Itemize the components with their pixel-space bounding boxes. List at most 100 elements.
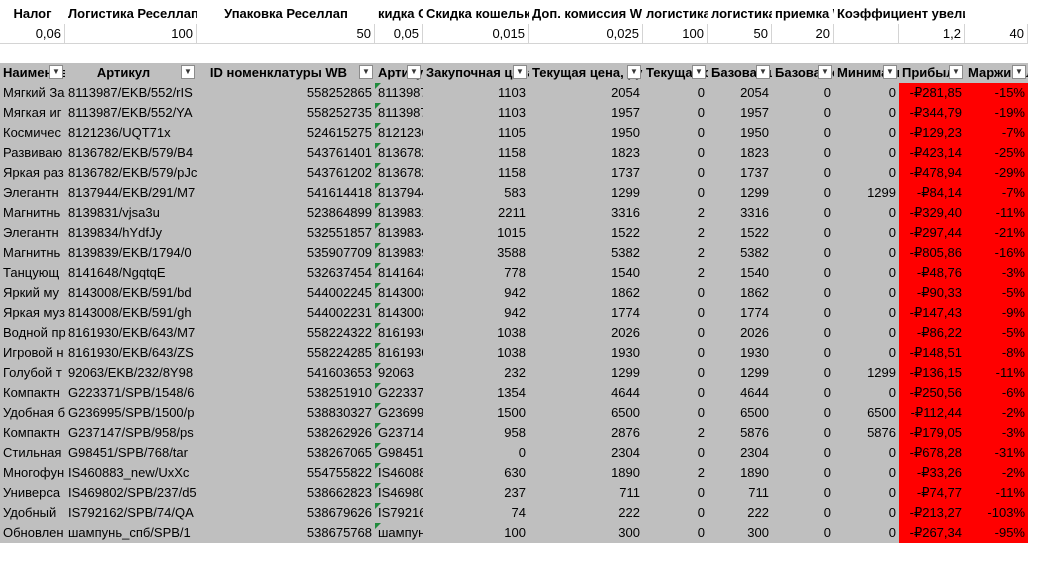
filter-dropdown-icon[interactable]: ▼: [513, 65, 527, 79]
cell-r17-c8[interactable]: 0: [772, 423, 834, 443]
cell-r14-c5[interactable]: 1299: [529, 363, 643, 383]
cell-r12-c2[interactable]: 558224322: [197, 323, 375, 343]
cell-r7-c10[interactable]: -₽297,44: [899, 223, 965, 243]
cell-r16-c1[interactable]: G236995/SPB/1500/p: [65, 403, 197, 423]
param-value-4[interactable]: 0,015: [423, 24, 529, 44]
cell-r11-c8[interactable]: 0: [772, 303, 834, 323]
cell-r5-c1[interactable]: 8137944/EKB/291/M7: [65, 183, 197, 203]
cell-r12-c0[interactable]: Водной пр: [0, 323, 65, 343]
column-header-4[interactable]: Закупочная цена ▼: [423, 63, 529, 83]
cell-r6-c2[interactable]: 523864899: [197, 203, 375, 223]
cell-r15-c4[interactable]: 1354: [423, 383, 529, 403]
param-value-2[interactable]: 50: [197, 24, 375, 44]
cell-r20-c6[interactable]: 0: [643, 483, 708, 503]
cell-r14-c10[interactable]: -₽136,15: [899, 363, 965, 383]
cell-r0-c7[interactable]: 2054: [708, 83, 772, 103]
cell-r3-c3[interactable]: 8136782: [375, 143, 423, 163]
cell-r3-c4[interactable]: 1158: [423, 143, 529, 163]
cell-r2-c9[interactable]: 0: [834, 123, 899, 143]
param-header-1[interactable]: Логистика Реселлап: [65, 4, 197, 24]
column-header-5[interactable]: Текущая цена, руб ▼: [529, 63, 643, 83]
cell-r18-c1[interactable]: G98451/SPB/768/tar: [65, 443, 197, 463]
param-value-0[interactable]: 0,06: [0, 24, 65, 44]
cell-r13-c10[interactable]: -₽148,51: [899, 343, 965, 363]
cell-r10-c0[interactable]: Яркий му: [0, 283, 65, 303]
cell-r22-c9[interactable]: 0: [834, 523, 899, 543]
cell-r10-c10[interactable]: -₽90,33: [899, 283, 965, 303]
cell-r21-c7[interactable]: 222: [708, 503, 772, 523]
param-value-1[interactable]: 100: [65, 24, 197, 44]
cell-r10-c6[interactable]: 0: [643, 283, 708, 303]
cell-r14-c7[interactable]: 1299: [708, 363, 772, 383]
cell-r0-c9[interactable]: 0: [834, 83, 899, 103]
cell-r3-c1[interactable]: 8136782/EKB/579/B4: [65, 143, 197, 163]
filter-dropdown-icon[interactable]: ▼: [627, 65, 641, 79]
filter-dropdown-icon[interactable]: ▼: [181, 65, 195, 79]
cell-r16-c10[interactable]: -₽112,44: [899, 403, 965, 423]
cell-r15-c10[interactable]: -₽250,56: [899, 383, 965, 403]
cell-r0-c3[interactable]: 8113987: [375, 83, 423, 103]
filter-dropdown-icon[interactable]: ▼: [407, 65, 421, 79]
column-header-1[interactable]: Артикул ▼: [65, 63, 197, 83]
cell-r8-c8[interactable]: 0: [772, 243, 834, 263]
cell-r14-c3[interactable]: 92063: [375, 363, 423, 383]
cell-r12-c1[interactable]: 8161930/EKB/643/M7: [65, 323, 197, 343]
cell-r1-c0[interactable]: Мягкая иг: [0, 103, 65, 123]
cell-r9-c5[interactable]: 1540: [529, 263, 643, 283]
cell-r18-c5[interactable]: 2304: [529, 443, 643, 463]
cell-r20-c0[interactable]: Универса: [0, 483, 65, 503]
cell-r15-c6[interactable]: 0: [643, 383, 708, 403]
cell-r3-c9[interactable]: 0: [834, 143, 899, 163]
cell-r12-c4[interactable]: 1038: [423, 323, 529, 343]
cell-r7-c7[interactable]: 1522: [708, 223, 772, 243]
cell-r20-c5[interactable]: 711: [529, 483, 643, 503]
cell-r6-c5[interactable]: 3316: [529, 203, 643, 223]
cell-r20-c10[interactable]: -₽74,77: [899, 483, 965, 503]
cell-r13-c0[interactable]: Игровой н: [0, 343, 65, 363]
cell-r2-c10[interactable]: -₽129,23: [899, 123, 965, 143]
cell-r19-c2[interactable]: 554755822: [197, 463, 375, 483]
cell-r10-c9[interactable]: 0: [834, 283, 899, 303]
cell-r12-c6[interactable]: 0: [643, 323, 708, 343]
cell-r9-c3[interactable]: 8141648: [375, 263, 423, 283]
cell-r12-c9[interactable]: 0: [834, 323, 899, 343]
cell-r21-c6[interactable]: 0: [643, 503, 708, 523]
cell-r7-c8[interactable]: 0: [772, 223, 834, 243]
cell-r6-c0[interactable]: Магнитнь: [0, 203, 65, 223]
cell-r16-c4[interactable]: 1500: [423, 403, 529, 423]
filter-dropdown-icon[interactable]: ▼: [692, 65, 706, 79]
cell-r13-c11[interactable]: -8%: [965, 343, 1028, 363]
cell-r19-c1[interactable]: IS460883_new/UxXc: [65, 463, 197, 483]
cell-r17-c11[interactable]: -3%: [965, 423, 1028, 443]
cell-r11-c11[interactable]: -9%: [965, 303, 1028, 323]
cell-r2-c8[interactable]: 0: [772, 123, 834, 143]
param-value-5[interactable]: 0,025: [529, 24, 643, 44]
cell-r19-c10[interactable]: -₽33,26: [899, 463, 965, 483]
cell-r19-c7[interactable]: 1890: [708, 463, 772, 483]
cell-r19-c8[interactable]: 0: [772, 463, 834, 483]
column-header-11[interactable]: Маржинальность▼: [965, 63, 1028, 83]
cell-r13-c3[interactable]: 8161930: [375, 343, 423, 363]
cell-r9-c4[interactable]: 778: [423, 263, 529, 283]
cell-r17-c2[interactable]: 538262926: [197, 423, 375, 443]
cell-r12-c10[interactable]: -₽86,22: [899, 323, 965, 343]
filter-dropdown-icon[interactable]: ▼: [883, 65, 897, 79]
cell-r10-c5[interactable]: 1862: [529, 283, 643, 303]
cell-r0-c10[interactable]: -₽281,85: [899, 83, 965, 103]
cell-r13-c5[interactable]: 1930: [529, 343, 643, 363]
cell-r18-c6[interactable]: 0: [643, 443, 708, 463]
cell-r13-c6[interactable]: 0: [643, 343, 708, 363]
cell-r10-c8[interactable]: 0: [772, 283, 834, 303]
cell-r15-c11[interactable]: -6%: [965, 383, 1028, 403]
cell-r6-c3[interactable]: 8139831: [375, 203, 423, 223]
cell-r20-c2[interactable]: 538662823: [197, 483, 375, 503]
cell-r3-c5[interactable]: 1823: [529, 143, 643, 163]
cell-r2-c2[interactable]: 524615275: [197, 123, 375, 143]
cell-r13-c2[interactable]: 558224285: [197, 343, 375, 363]
param-header-9[interactable]: Коэффициент увеличения: [834, 4, 965, 24]
cell-r21-c2[interactable]: 538679626: [197, 503, 375, 523]
cell-r6-c9[interactable]: 0: [834, 203, 899, 223]
cell-r6-c8[interactable]: 0: [772, 203, 834, 223]
cell-r4-c7[interactable]: 1737: [708, 163, 772, 183]
cell-r21-c11[interactable]: -103%: [965, 503, 1028, 523]
